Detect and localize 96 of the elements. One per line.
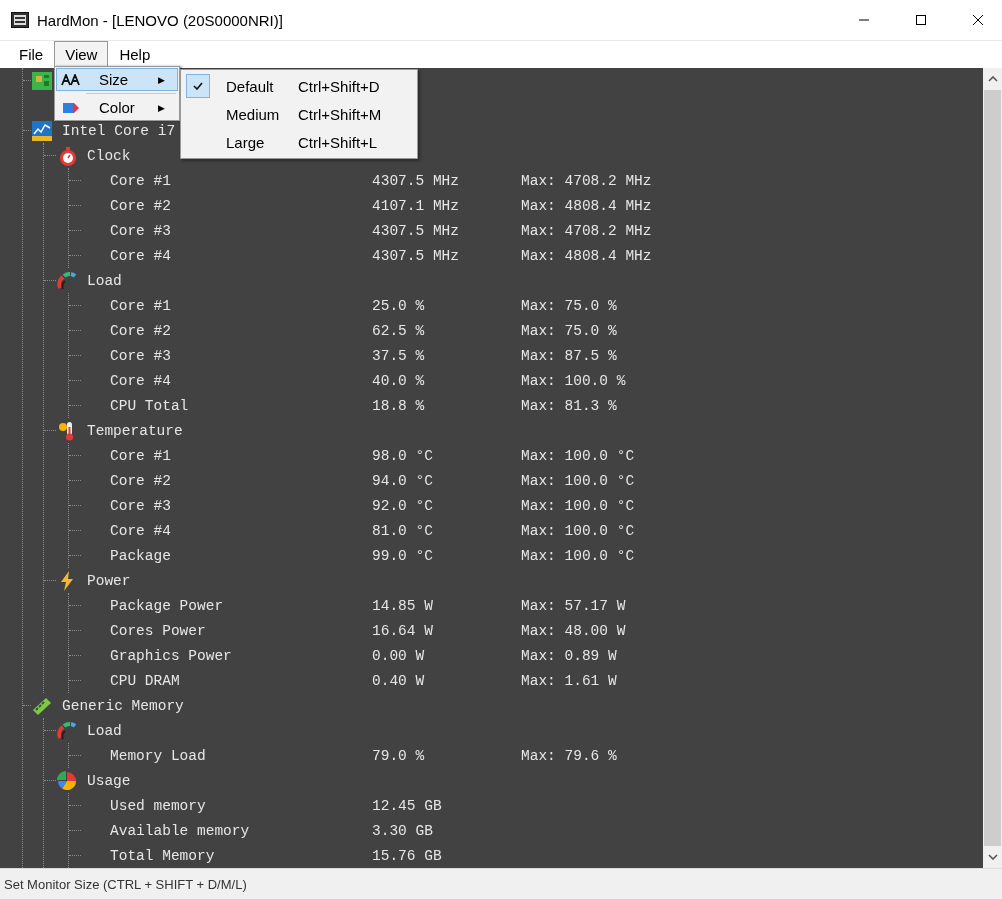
sensor-max: Max: 75.0 % bbox=[521, 322, 617, 339]
sensor-group[interactable]: Temperature bbox=[87, 422, 183, 439]
sensor-name[interactable]: Core #4 bbox=[110, 372, 171, 389]
sensor-value: 15.76 GB bbox=[372, 847, 443, 864]
sensor-max: Max: 100.0 °C bbox=[521, 472, 635, 489]
sensor-name[interactable]: Core #1 bbox=[110, 447, 171, 464]
sensor-group[interactable]: Load bbox=[87, 722, 122, 739]
scroll-up-icon[interactable] bbox=[987, 76, 998, 82]
sensor-name[interactable]: CPU Total bbox=[110, 397, 189, 414]
circuit-board-icon bbox=[31, 69, 53, 92]
sensor-max: Max: 81.3 % bbox=[521, 397, 617, 414]
sensor-max: Max: 0.89 W bbox=[521, 647, 617, 664]
sensor-value: 4307.5 MHz bbox=[372, 247, 460, 264]
sensor-value: 94.0 °C bbox=[372, 472, 434, 489]
menu-item[interactable]: Medium Ctrl+Shift+M bbox=[183, 100, 415, 128]
menu-item[interactable]: Color ▶ bbox=[56, 96, 178, 119]
sensor-max: Max: 75.0 % bbox=[521, 297, 617, 314]
sensor-value: 18.8 % bbox=[372, 397, 426, 414]
check-icon bbox=[193, 82, 203, 90]
sensor-name[interactable]: Core #3 bbox=[110, 497, 171, 514]
sensor-value: 99.0 °C bbox=[372, 547, 434, 564]
sensor-value: 0.40 W bbox=[372, 672, 426, 689]
sensor-max: Max: 4808.4 MHz bbox=[521, 247, 652, 264]
sensor-max: Max: 4808.4 MHz bbox=[521, 197, 652, 214]
gauge-icon bbox=[56, 719, 78, 742]
sensor-max: Max: 100.0 °C bbox=[521, 447, 635, 464]
sensor-name[interactable]: Core #3 bbox=[110, 347, 171, 364]
maximize-icon[interactable] bbox=[915, 14, 927, 26]
sensor-value: 81.0 °C bbox=[372, 522, 434, 539]
scroll-down-icon[interactable] bbox=[987, 854, 998, 860]
sensor-max: Max: 87.5 % bbox=[521, 347, 617, 364]
sensor-value: 4307.5 MHz bbox=[372, 222, 460, 239]
sensor-value: 79.0 % bbox=[372, 747, 426, 764]
sensor-name[interactable]: Core #1 bbox=[110, 297, 171, 314]
sensor-value: 3.30 GB bbox=[372, 822, 434, 839]
sensor-value: 4307.5 MHz bbox=[372, 172, 460, 189]
scroll-thumb[interactable] bbox=[984, 90, 1001, 846]
sensor-value: 62.5 % bbox=[372, 322, 426, 339]
sensor-name[interactable]: Core #4 bbox=[110, 522, 171, 539]
sensor-value: 98.0 °C bbox=[372, 447, 434, 464]
sensor-name[interactable]: Cores Power bbox=[110, 622, 206, 639]
window-title: HardMon - [LENOVO (20S0000NRI)] bbox=[37, 11, 283, 29]
menu-item[interactable]: Default Ctrl+Shift+D bbox=[183, 72, 415, 100]
sensor-max: Max: 79.6 % bbox=[521, 747, 617, 764]
sensor-group[interactable]: Usage bbox=[87, 772, 131, 789]
sensor-name[interactable]: Core #2 bbox=[110, 322, 171, 339]
sensor-name[interactable]: Core #1 bbox=[110, 172, 171, 189]
sensor-value: 12.45 GB bbox=[372, 797, 443, 814]
sensor-value: 92.0 °C bbox=[372, 497, 434, 514]
sensor-max: Max: 100.0 °C bbox=[521, 497, 635, 514]
sensor-max: Max: 4708.2 MHz bbox=[521, 172, 652, 189]
hardware-name[interactable]: Intel Core i7 bbox=[62, 122, 176, 139]
menu-item[interactable]: Large Ctrl+Shift+L bbox=[183, 128, 415, 156]
sensor-group[interactable]: Power bbox=[87, 572, 131, 589]
sensor-max: Max: 100.0 °C bbox=[521, 547, 635, 564]
sensor-max: Max: 57.17 W bbox=[521, 597, 626, 614]
sensor-name[interactable]: CPU DRAM bbox=[110, 672, 180, 689]
hardware-name[interactable]: Generic Memory bbox=[62, 697, 184, 714]
sensor-name[interactable]: Core #4 bbox=[110, 247, 171, 264]
sensor-group[interactable]: Load bbox=[87, 272, 122, 289]
scrollbar[interactable] bbox=[983, 68, 1002, 868]
pie-chart-icon bbox=[56, 769, 78, 792]
sensor-value: 40.0 % bbox=[372, 372, 426, 389]
sensor-name[interactable]: Total Memory bbox=[110, 847, 215, 864]
sensor-value: 4107.1 MHz bbox=[372, 197, 460, 214]
sensor-value: 14.85 W bbox=[372, 597, 434, 614]
sensor-name[interactable]: Memory Load bbox=[110, 747, 206, 764]
sensor-max: Max: 1.61 W bbox=[521, 672, 617, 689]
sensor-value: 0.00 W bbox=[372, 647, 426, 664]
status-bar: Set Monitor Size (CTRL + SHIFT + D/M/L) bbox=[0, 868, 1002, 899]
menu-item[interactable]: Help bbox=[108, 41, 162, 68]
sensor-max: Max: 4708.2 MHz bbox=[521, 222, 652, 239]
close-icon[interactable] bbox=[972, 14, 984, 26]
gauge-icon bbox=[56, 269, 78, 292]
sensor-name[interactable]: Available memory bbox=[110, 822, 250, 839]
font-size-icon bbox=[61, 73, 81, 86]
sensor-name[interactable]: Graphics Power bbox=[110, 647, 232, 664]
sensor-value: 37.5 % bbox=[372, 347, 426, 364]
sensor-name[interactable]: Used memory bbox=[110, 797, 206, 814]
sensor-max: Max: 100.0 % bbox=[521, 372, 626, 389]
sensor-group[interactable]: Clock bbox=[87, 147, 131, 164]
sensor-name[interactable]: Package Power bbox=[110, 597, 224, 614]
color-palette-icon bbox=[62, 100, 80, 115]
menu-item[interactable]: View bbox=[54, 41, 109, 68]
sensor-name[interactable]: Core #2 bbox=[110, 197, 171, 214]
sensor-name[interactable]: Package bbox=[110, 547, 171, 564]
chip-graph-icon bbox=[31, 119, 53, 142]
menu-item[interactable]: Size ▶ bbox=[56, 68, 178, 91]
sensor-max: Max: 48.00 W bbox=[521, 622, 626, 639]
sensor-name[interactable]: Core #3 bbox=[110, 222, 171, 239]
menu-item[interactable]: File bbox=[8, 41, 55, 68]
sensor-value: 16.64 W bbox=[372, 622, 434, 639]
sensor-max: Max: 100.0 °C bbox=[521, 522, 635, 539]
sensor-name[interactable]: Core #2 bbox=[110, 472, 171, 489]
sensor-value: 25.0 % bbox=[372, 297, 426, 314]
app-icon bbox=[11, 12, 29, 28]
